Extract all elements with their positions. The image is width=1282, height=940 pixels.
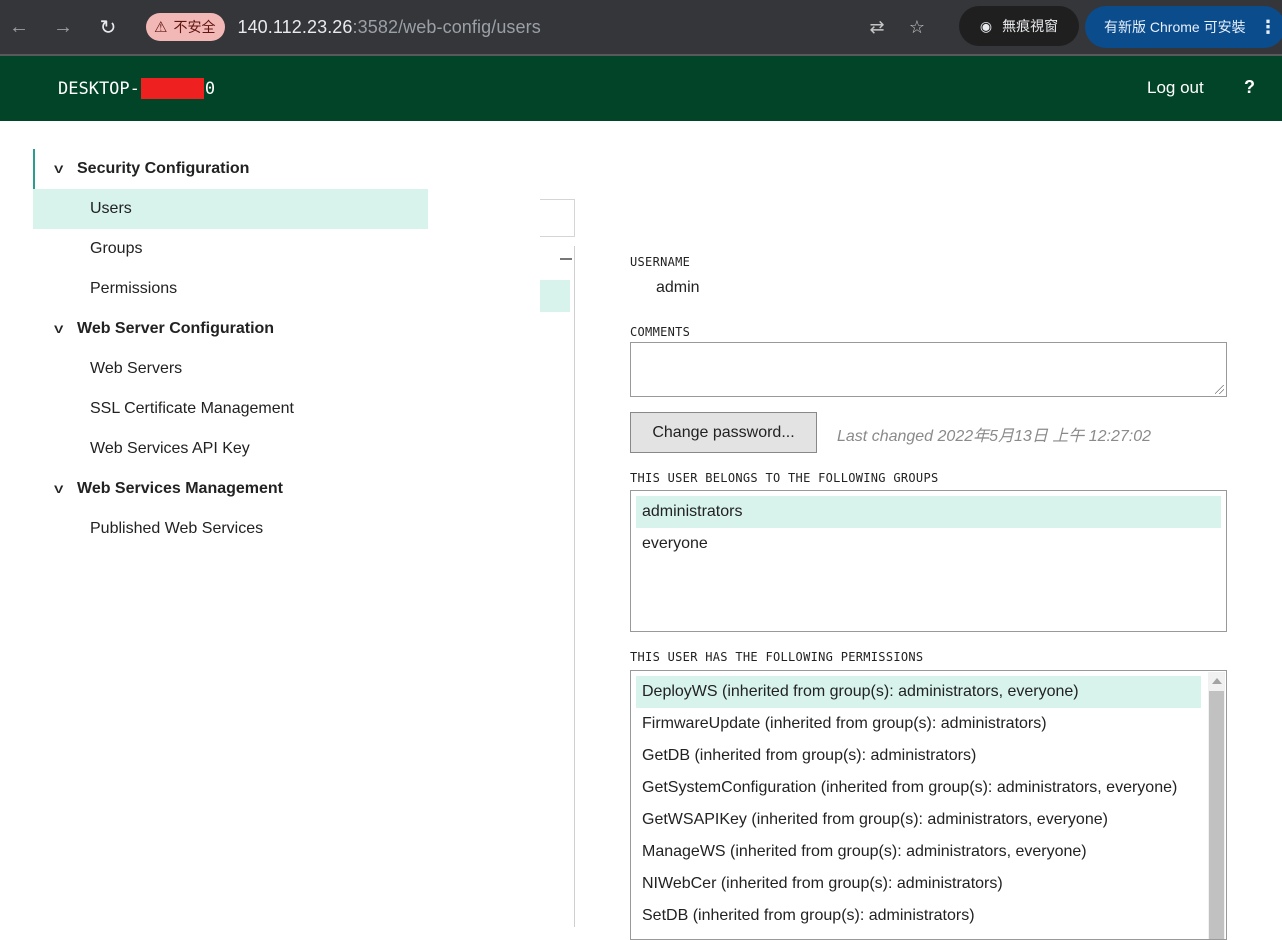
chevron-down-icon[interactable]: V — [54, 483, 63, 496]
incognito-label: 無痕視窗 — [1002, 18, 1059, 34]
back-arrow-icon[interactable]: ← — [4, 12, 34, 42]
section-web-server-configuration[interactable]: V Web Server Configuration — [33, 309, 428, 349]
comments-label: COMMENTS — [630, 325, 691, 339]
scroll-thumb[interactable] — [1209, 691, 1224, 939]
comments-textarea[interactable] — [630, 342, 1227, 397]
address-bar[interactable]: ⚠ 不安全 140.112.23.26:3582/web-config/user… — [146, 11, 541, 43]
remove-user-icon[interactable] — [560, 258, 572, 260]
resize-handle-icon[interactable] — [1215, 385, 1224, 394]
username-value: admin — [656, 279, 700, 296]
section-security-configuration[interactable]: V Security Configuration — [33, 149, 428, 189]
groups-list[interactable]: administrators everyone — [630, 490, 1227, 632]
permission-item[interactable]: ManageWS (inherited from group(s): admin… — [636, 836, 1201, 868]
sidebar-item-published-web-services[interactable]: Published Web Services — [33, 509, 428, 549]
username-label: USERNAME — [630, 255, 691, 269]
last-changed-text: Last changed 2022年5月13日 上午 12:27:02 — [837, 428, 1151, 445]
sidebar-item-permissions[interactable]: Permissions — [33, 269, 428, 309]
section-title: Web Server Configuration — [77, 320, 275, 337]
chevron-down-icon[interactable]: V — [54, 323, 63, 336]
section-title: Web Services Management — [77, 480, 284, 497]
user-list-selected-row[interactable] — [540, 280, 570, 312]
group-item-administrators[interactable]: administrators — [636, 496, 1221, 528]
scroll-up-arrow-icon[interactable] — [1212, 678, 1222, 684]
sidebar-nav: V Security Configuration Users Groups Pe… — [33, 149, 428, 549]
incognito-chip[interactable]: ◉ 無痕視窗 — [959, 6, 1079, 46]
translate-icon[interactable]: ⇄ — [864, 14, 890, 40]
url-text[interactable]: 140.112.23.26:3582/web-config/users — [237, 17, 540, 38]
hostname-suffix: 0 — [204, 78, 216, 99]
more-menu-icon[interactable]: ⋮ — [1259, 17, 1277, 38]
help-icon[interactable]: ? — [1244, 77, 1255, 98]
url-host: 140.112.23.26 — [237, 16, 353, 37]
section-web-services-management[interactable]: V Web Services Management — [33, 469, 428, 509]
permission-item[interactable]: NIWebCer (inherited from group(s): admin… — [636, 868, 1201, 900]
hostname: DESKTOP- 0 — [58, 78, 215, 99]
sidebar-item-ssl-certificate-management[interactable]: SSL Certificate Management — [33, 389, 428, 429]
update-label: 有新版 Chrome 可安裝 — [1104, 19, 1246, 35]
sidebar-item-groups[interactable]: Groups — [33, 229, 428, 269]
sidebar-item-web-services-api-key[interactable]: Web Services API Key — [33, 429, 428, 469]
security-chip[interactable]: ⚠ 不安全 — [146, 13, 226, 41]
incognito-icon: ◉ — [979, 17, 993, 34]
permissions-label: THIS USER HAS THE FOLLOWING PERMISSIONS — [630, 650, 924, 664]
logout-link[interactable]: Log out — [1147, 78, 1204, 98]
permission-item[interactable]: SetDB (inherited from group(s): administ… — [636, 900, 1201, 932]
sidebar-item-users[interactable]: Users — [33, 189, 428, 229]
chevron-down-icon[interactable]: V — [54, 163, 63, 176]
insecure-label: 不安全 — [173, 19, 216, 35]
change-password-button[interactable]: Change password... — [630, 412, 817, 453]
redaction-box — [140, 78, 204, 99]
url-path: :3582/web-config/users — [352, 16, 541, 37]
reload-icon[interactable]: ↻ — [93, 12, 123, 42]
permission-item[interactable]: DeployWS (inherited from group(s): admin… — [636, 676, 1201, 708]
permissions-list[interactable]: DeployWS (inherited from group(s): admin… — [630, 670, 1227, 940]
permission-item[interactable]: FirmwareUpdate (inherited from group(s):… — [636, 708, 1201, 740]
browser-toolbar: ← → ↻ ⚠ 不安全 140.112.23.26:3582/web-confi… — [0, 0, 1282, 54]
hostname-prefix: DESKTOP- — [58, 78, 140, 99]
permission-item[interactable]: GetSystemConfiguration (inherited from g… — [636, 772, 1201, 804]
permissions-scrollbar[interactable] — [1208, 672, 1225, 939]
app-header: DESKTOP- 0 Log out ? — [0, 54, 1282, 121]
list-panel-divider — [574, 246, 575, 927]
forward-arrow-icon[interactable]: → — [48, 12, 78, 42]
user-search-input[interactable] — [540, 199, 575, 237]
groups-label: THIS USER BELONGS TO THE FOLLOWING GROUP… — [630, 471, 939, 485]
bookmark-star-icon[interactable]: ☆ — [904, 14, 930, 40]
update-chrome-button[interactable]: 有新版 Chrome 可安裝 ⋮ — [1085, 6, 1282, 48]
sidebar-item-web-servers[interactable]: Web Servers — [33, 349, 428, 389]
permission-item[interactable]: GetWSAPIKey (inherited from group(s): ad… — [636, 804, 1201, 836]
permission-item[interactable]: GetDB (inherited from group(s): administ… — [636, 740, 1201, 772]
section-title: Security Configuration — [77, 160, 250, 177]
warning-icon: ⚠ — [154, 19, 168, 36]
group-item-everyone[interactable]: everyone — [636, 528, 1221, 560]
